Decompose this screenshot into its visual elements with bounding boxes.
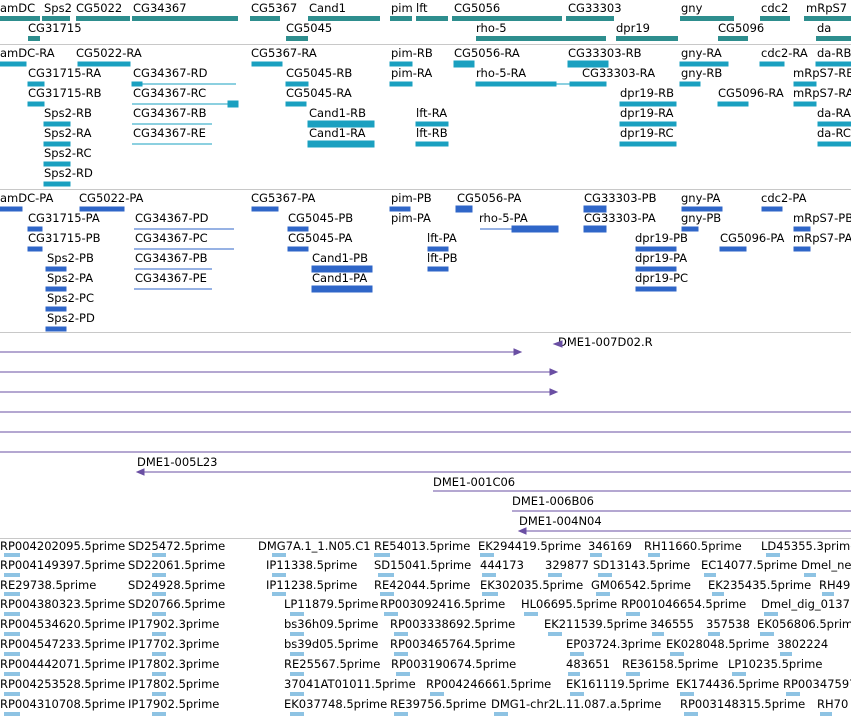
clone-arrow (135, 468, 145, 476)
gene-bar (616, 36, 678, 41)
protein-bar (27, 226, 43, 232)
protein-bar (455, 205, 473, 213)
transcript-exon (285, 81, 309, 87)
transcript-exon (817, 121, 851, 127)
protein-bar (511, 225, 559, 233)
transcript-exon (43, 141, 71, 147)
protein-bar (719, 246, 747, 252)
protein-bar (681, 226, 699, 232)
gene-bar (28, 36, 40, 41)
transcript-exon (251, 61, 283, 67)
protein-bar (427, 246, 449, 252)
transcript-glyphs (0, 60, 851, 187)
gene-bar (132, 16, 238, 21)
gene-bar (804, 16, 851, 21)
gene-bar (452, 16, 562, 21)
protein-bar (79, 206, 125, 212)
transcript-exon (475, 81, 557, 87)
protein-bar (635, 266, 677, 272)
gene-bar (718, 36, 748, 41)
protein-bar (311, 265, 373, 273)
protein-bar (45, 326, 67, 332)
gene-bar (76, 16, 130, 21)
gene-bar (42, 16, 70, 21)
clone-arrow (517, 527, 527, 535)
transcript-exon (567, 60, 609, 68)
transcript-exon (793, 101, 817, 107)
protein-bar (27, 246, 43, 252)
transcript-exon (43, 161, 71, 167)
transcript-exon (43, 121, 71, 127)
protein-bar (287, 226, 309, 232)
transcript-exon (569, 81, 607, 87)
protein-bar (635, 286, 677, 292)
est-glyphs (4, 553, 834, 716)
protein-bar (635, 246, 677, 252)
protein-bar (583, 225, 607, 233)
protein-bar (793, 246, 811, 252)
protein-bar (583, 205, 607, 213)
protein-bar (45, 286, 67, 292)
gene-bar (250, 16, 280, 21)
transcript-exon (679, 81, 701, 87)
transcript-exon (285, 101, 307, 107)
transcript-exon (717, 101, 749, 107)
protein-glyphs (0, 205, 811, 332)
transcript-exon (43, 181, 71, 187)
transcript-exon (453, 60, 475, 68)
protein-bar (681, 206, 723, 212)
gene-bar (308, 16, 380, 21)
transcript-exon (619, 121, 677, 127)
protein-bar (427, 266, 449, 272)
transcript-exon (131, 81, 143, 87)
protein-bar (45, 306, 67, 312)
transcript-exon (679, 61, 729, 67)
gene-bar (566, 16, 614, 21)
feature-glyph-layer (0, 16, 851, 716)
transcript-exon (619, 141, 677, 147)
transcript-exon (415, 141, 449, 147)
protein-bar (761, 206, 783, 212)
gene-bar (680, 16, 734, 21)
transcript-exon (307, 120, 375, 128)
clone-arrow (549, 388, 559, 396)
transcript-exon (793, 81, 817, 87)
protein-bar (0, 206, 23, 212)
protein-bar (287, 246, 309, 252)
clone-glyphs (0, 340, 851, 535)
transcript-exon (389, 61, 413, 67)
transcript-exon (389, 81, 413, 87)
transcript-exon (815, 61, 851, 67)
clone-arrow (549, 368, 559, 376)
gene-bar (476, 36, 606, 41)
protein-bar (311, 285, 373, 293)
genome-browser-viewport[interactable]: amDC Sps2 CG5022 CG34367 CG5367 Cand1 pi… (0, 0, 851, 721)
clone-arrow (552, 340, 563, 348)
clone-arrow (513, 348, 523, 356)
transcript-exon (307, 140, 375, 148)
transcript-exon (415, 121, 449, 127)
gene-bar (286, 36, 308, 41)
gene-bar (760, 16, 790, 21)
protein-bar (45, 266, 67, 272)
transcript-exon (227, 100, 239, 108)
transcript-exon (77, 61, 131, 67)
transcript-exon (0, 61, 27, 67)
protein-bar (793, 226, 811, 232)
gene-bar (390, 16, 412, 21)
gene-bar (816, 36, 851, 41)
transcript-exon (27, 81, 45, 87)
transcript-exon (619, 101, 677, 107)
transcript-exon (759, 61, 785, 67)
gene-bar (416, 16, 448, 21)
protein-bar (389, 206, 411, 212)
gene-glyphs (0, 16, 851, 41)
transcript-exon (27, 101, 45, 107)
gene-bar (0, 16, 40, 21)
transcript-exon (817, 141, 851, 147)
protein-bar (251, 206, 279, 212)
